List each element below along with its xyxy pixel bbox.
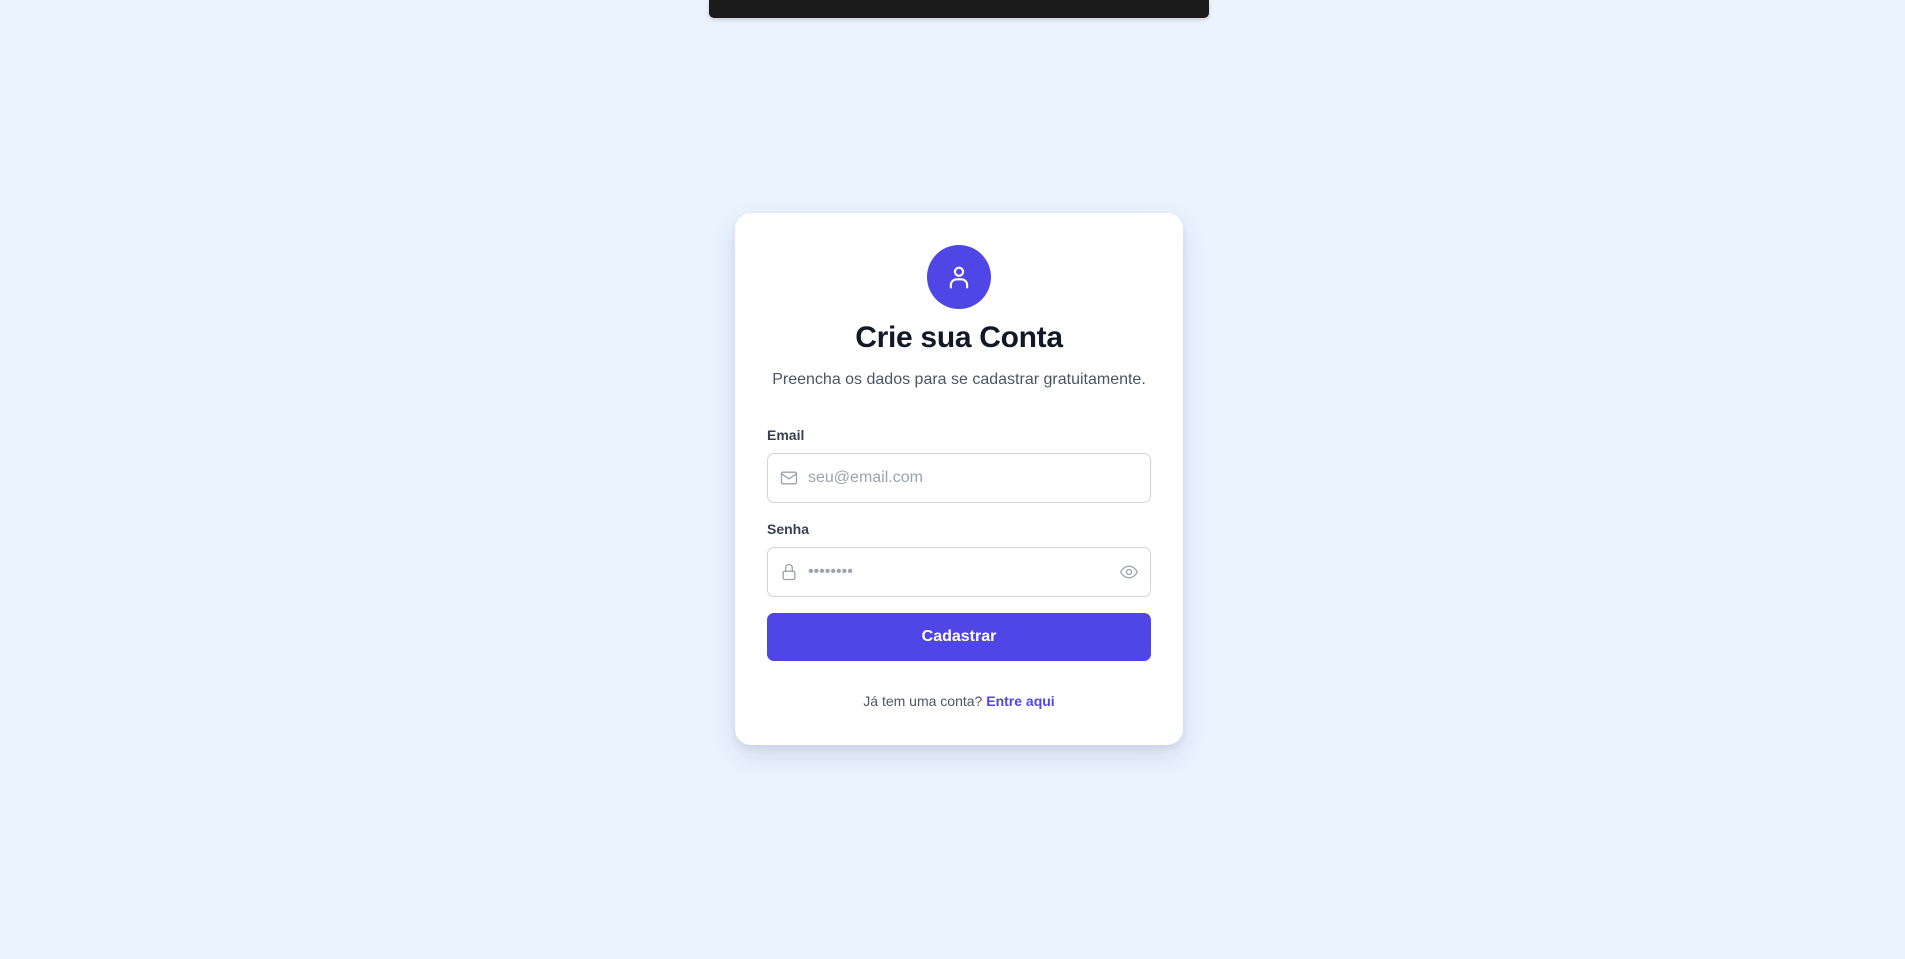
top-bar [709,0,1209,18]
password-input[interactable] [808,548,1108,596]
login-prompt-text: Já tem uma conta? [863,693,983,709]
signup-button[interactable]: Cadastrar [767,613,1151,661]
lock-icon [782,563,796,581]
eye-icon[interactable] [1119,562,1139,582]
page-title: Crie sua Conta [855,321,1063,354]
password-field[interactable] [767,547,1151,597]
signup-card: Crie sua Conta Preencha os dados para se… [735,213,1183,745]
email-input[interactable] [808,454,1108,502]
login-prompt: Já tem uma conta? Entre aqui [735,693,1183,709]
user-avatar [927,245,991,309]
login-link[interactable]: Entre aqui [986,693,1054,709]
user-icon [949,266,969,289]
email-field[interactable] [767,453,1151,503]
mail-icon [780,471,798,485]
email-label: Email [767,427,805,443]
page-subtitle: Preencha os dados para se cadastrar grat… [772,371,1146,388]
password-label: Senha [767,521,810,537]
